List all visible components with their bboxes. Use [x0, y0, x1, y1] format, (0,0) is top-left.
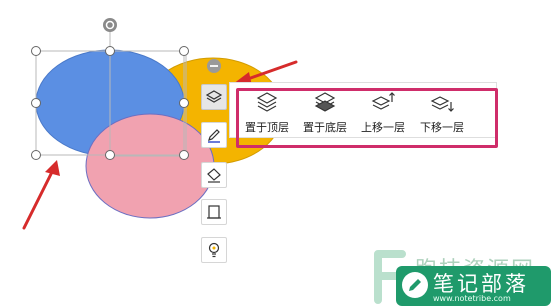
pencil-logo-icon	[402, 272, 428, 298]
send-to-back-item[interactable]: 置于底层	[296, 90, 354, 142]
bring-forward-item[interactable]: 上移一层	[354, 90, 412, 142]
send-backward-label: 下移一层	[420, 121, 464, 134]
send-to-back-label: 置于底层	[303, 121, 347, 134]
frame-button[interactable]	[201, 199, 227, 225]
bring-forward-label: 上移一层	[361, 121, 405, 134]
rotate-handle[interactable]	[103, 18, 117, 32]
layer-button[interactable]	[201, 84, 227, 110]
bring-to-front-label: 置于顶层	[245, 121, 289, 134]
bring-to-front-item[interactable]: 置于顶层	[238, 90, 296, 142]
lightbulb-icon	[208, 242, 220, 258]
send-backward-icon	[430, 96, 454, 112]
fill-button[interactable]	[201, 162, 227, 188]
frame-icon	[207, 205, 221, 219]
pen-icon	[208, 129, 220, 143]
bring-forward-icon	[371, 92, 395, 110]
send-backward-item[interactable]: 下移一层	[413, 90, 471, 142]
watermark-url: www.notetribe.com	[433, 294, 511, 303]
bring-to-front-icon	[256, 92, 278, 112]
effects-button[interactable]	[201, 237, 227, 263]
paint-bucket-icon	[207, 168, 221, 183]
outline-button[interactable]	[201, 122, 227, 148]
layers-icon	[205, 90, 223, 103]
send-to-back-icon	[314, 92, 336, 112]
pink-ellipse[interactable]	[85, 113, 215, 219]
